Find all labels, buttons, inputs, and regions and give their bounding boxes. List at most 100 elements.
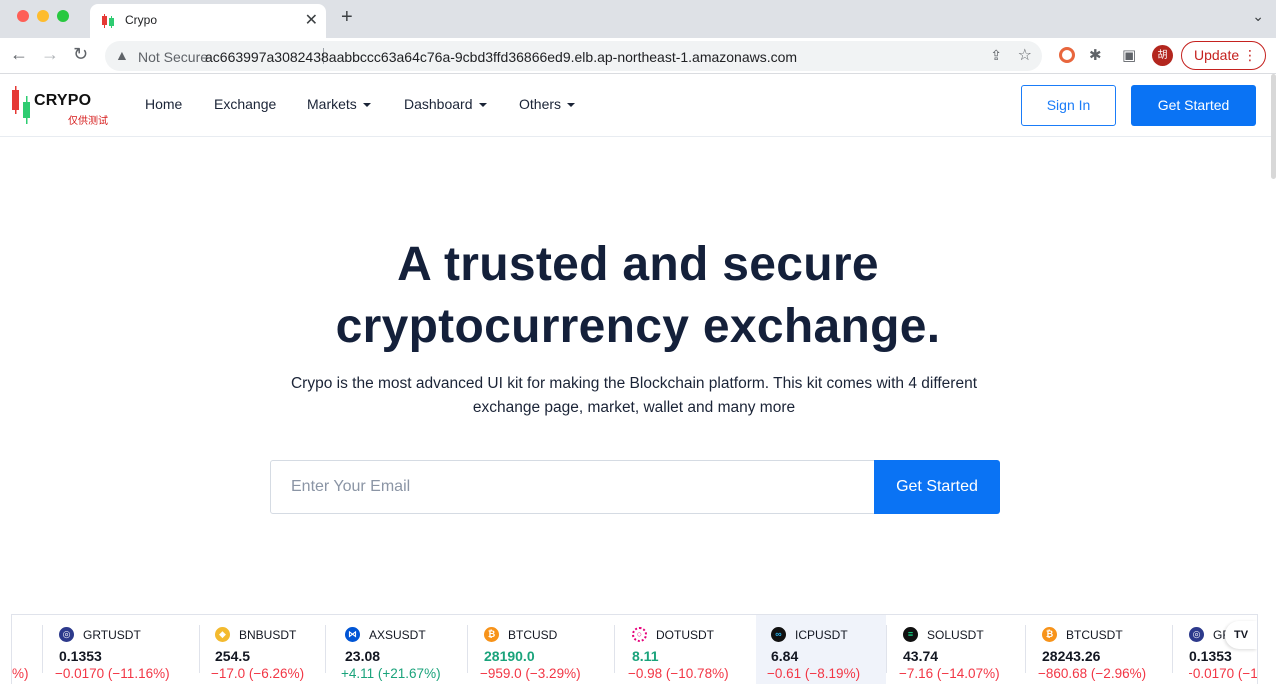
ticker-symbol: BNBUSDT <box>239 628 297 642</box>
ticker-price: 43.74 <box>903 648 939 664</box>
ticker-separator <box>614 625 615 673</box>
bitcoin-icon: ₿ <box>1042 627 1057 642</box>
ticker-change: −0.0170 (−11.16%) <box>55 666 170 681</box>
icp-coin-icon: ∞ <box>771 627 786 642</box>
browser-toolbar: ← → ↻ ▲ Not Secure ac663997a3082438aabbc… <box>0 38 1276 74</box>
window-minimize-button[interactable] <box>37 10 49 22</box>
nav-dashboard[interactable]: Dashboard <box>404 96 487 112</box>
nav-others-label: Others <box>519 96 562 112</box>
ticker-separator <box>467 625 468 673</box>
site-logo[interactable]: CRYPO 仅供测试 <box>12 86 112 128</box>
ticker-price: 6.84 <box>771 648 799 664</box>
nav-markets-label: Markets <box>307 96 357 112</box>
logo-subtext: 仅供测试 <box>68 116 108 127</box>
hero-title: A trusted and secure cryptocurrency exch… <box>238 234 1038 358</box>
ticker-separator <box>325 625 326 673</box>
nav-others[interactable]: Others <box>519 96 576 112</box>
extension-record-icon[interactable] <box>1059 47 1075 63</box>
ticker-symbol: AXSUSDT <box>369 628 426 642</box>
ticker-price: 28243.26 <box>1042 648 1101 664</box>
nav-home[interactable]: Home <box>145 96 182 112</box>
ticker-separator <box>1172 625 1173 673</box>
ticker-price: 23.08 <box>345 648 381 664</box>
candlestick-logo-icon <box>12 86 30 124</box>
crypo-favicon-icon <box>102 14 114 28</box>
ticker-symbol: BTCUSD <box>508 628 558 642</box>
tab-title: Crypo <box>125 13 158 27</box>
extensions-puzzle-icon[interactable]: ✱ <box>1089 46 1102 64</box>
ticker-change: −0.0170 (−11.16%) <box>1189 666 1258 681</box>
ticker-item[interactable]: ○ DOTUSDT 8.11 −0.98 (−10.78%) <box>628 615 752 684</box>
profile-avatar[interactable]: 胡 <box>1152 45 1173 66</box>
forward-arrow-icon[interactable]: → <box>41 44 59 65</box>
ticker-change: −0.61 (−8.19%) <box>767 666 861 681</box>
nav-dashboard-label: Dashboard <box>404 96 473 112</box>
page-scrollbar[interactable] <box>1271 74 1276 179</box>
ticker-change: +4.11 (+21.67%) <box>341 666 441 681</box>
share-icon[interactable]: ⇪ <box>990 47 1002 64</box>
ticker-leading-fragment: %) <box>12 666 29 681</box>
ticker-price: 0.1353 <box>59 648 102 664</box>
reload-icon[interactable]: ↻ <box>73 44 88 65</box>
ticker-symbol: SOLUSDT <box>927 628 984 642</box>
hero-title-line-1: A trusted and secure <box>397 238 879 291</box>
tab-close-icon[interactable]: ✕ <box>305 10 318 30</box>
logo-wordmark: CRYPO <box>34 92 92 109</box>
nav-exchange[interactable]: Exchange <box>214 96 276 112</box>
tab-search-chevron-icon[interactable]: ⌄ <box>1252 8 1264 25</box>
update-button[interactable]: Update ⋮ <box>1181 41 1266 70</box>
graph-coin-icon: ◎ <box>59 627 74 642</box>
ticker-item[interactable]: ₿ BTCUSD 28190.0 −959.0 (−3.29%) <box>480 615 614 684</box>
tradingview-logo-icon[interactable]: TV <box>1225 621 1257 649</box>
axs-coin-icon: ⋈ <box>345 627 360 642</box>
back-arrow-icon[interactable]: ← <box>10 44 28 65</box>
side-panel-icon[interactable]: ▣ <box>1122 46 1136 64</box>
ticker-price: 28190.0 <box>484 648 535 664</box>
ticker-item[interactable]: ₿ BTCUSDT 28243.26 −860.68 (−2.96%) <box>1038 615 1172 684</box>
hero-title-line-2: cryptocurrency exchange. <box>335 300 941 353</box>
bnb-coin-icon: ◆ <box>215 627 230 642</box>
security-status[interactable]: Not Secure <box>138 49 208 65</box>
caret-down-icon <box>567 103 576 108</box>
graph-coin-icon: ◎ <box>1189 627 1204 642</box>
ticker-tape[interactable]: %) ◎ GRTUSDT 0.1353 −0.0170 (−11.16%) ◆ … <box>11 614 1258 684</box>
solana-icon: ≡ <box>903 627 918 642</box>
email-field[interactable] <box>271 461 875 513</box>
ticker-item-hovered[interactable]: ∞ ICPUSDT 6.84 −0.61 (−8.19%) <box>756 615 886 684</box>
bookmark-star-icon[interactable]: ☆ <box>1018 45 1032 65</box>
ticker-change: −959.0 (−3.29%) <box>480 666 581 681</box>
ticker-separator <box>199 625 200 673</box>
ticker-separator <box>1025 625 1026 673</box>
ticker-item[interactable]: ◎ GRTUSDT 0.1353 −0.0170 (−11.16%) <box>55 615 199 684</box>
more-menu-icon: ⋮ <box>1243 47 1257 63</box>
polkadot-icon: ○ <box>632 627 647 642</box>
ticker-change: −0.98 (−10.78%) <box>628 666 729 681</box>
ticker-symbol: GRTUSDT <box>83 628 141 642</box>
address-bar[interactable]: ▲ Not Secure ac663997a3082438aabbccc63a6… <box>105 41 1042 71</box>
hero-subtitle: Crypo is the most advanced UI kit for ma… <box>290 375 978 416</box>
browser-tab-active[interactable]: Crypo ✕ <box>90 4 326 38</box>
ticker-item[interactable]: ◆ BNBUSDT 254.5 −17.0 (−6.26%) <box>211 615 325 684</box>
window-zoom-button[interactable] <box>57 10 69 22</box>
ticker-item[interactable]: ⋈ AXSUSDT 23.08 +4.11 (+21.67%) <box>341 615 467 684</box>
caret-down-icon <box>478 103 487 108</box>
sign-in-button[interactable]: Sign In <box>1021 85 1116 126</box>
warning-triangle-icon: ▲ <box>115 47 129 63</box>
site-header: CRYPO 仅供测试 Home Exchange Markets Dashboa… <box>0 74 1272 137</box>
url-text[interactable]: ac663997a3082438aabbccc63a64c76a-9cbd3ff… <box>205 49 797 65</box>
header-get-started-button[interactable]: Get Started <box>1131 85 1256 126</box>
ticker-symbol: BTCUSDT <box>1066 628 1123 642</box>
hero-get-started-button[interactable]: Get Started <box>874 460 1000 514</box>
window-close-button[interactable] <box>17 10 29 22</box>
new-tab-icon[interactable]: + <box>341 6 353 29</box>
ticker-separator <box>886 625 887 673</box>
ticker-price: 254.5 <box>215 648 251 664</box>
bitcoin-icon: ₿ <box>484 627 499 642</box>
nav-markets[interactable]: Markets <box>307 96 371 112</box>
ticker-change: −17.0 (−6.26%) <box>211 666 305 681</box>
ticker-item-content: ∞ ICPUSDT 6.84 −0.61 (−8.19%) <box>767 615 881 684</box>
ticker-item[interactable]: ≡ SOLUSDT 43.74 −7.16 (−14.07%) <box>899 615 1025 684</box>
browser-tab-bar: Crypo ✕ + ⌄ <box>0 0 1276 38</box>
update-label: Update <box>1194 47 1240 63</box>
ticker-separator <box>42 625 43 673</box>
